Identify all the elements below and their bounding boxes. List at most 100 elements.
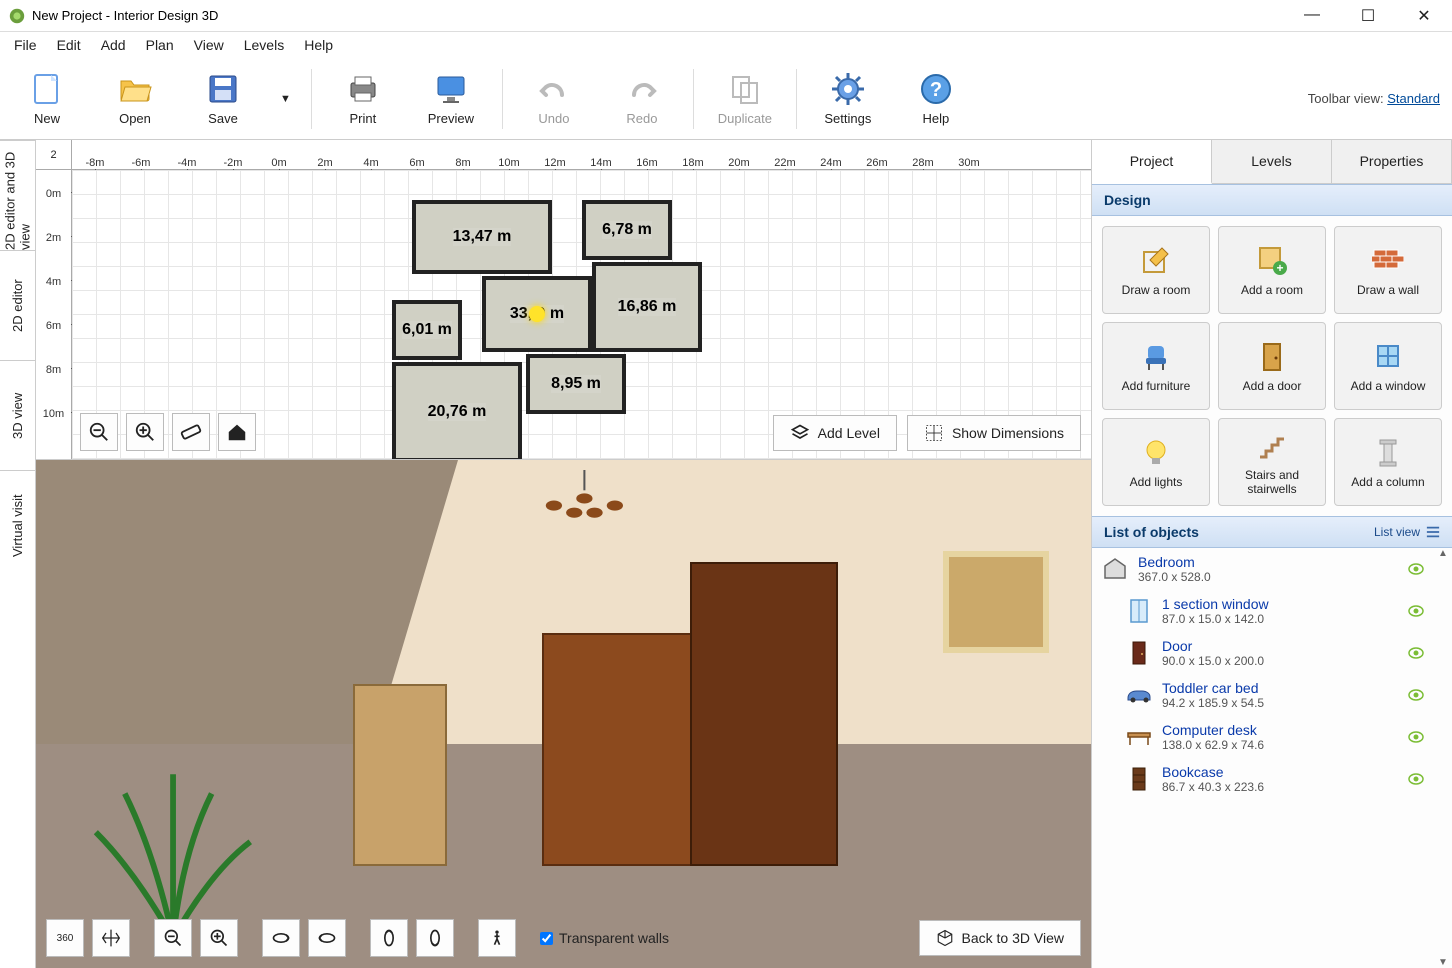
zoom-out-button[interactable] <box>80 413 118 451</box>
ruler-horizontal: -8m-6m-4m-2m0m2m4m6m8m10m12m14m16m18m20m… <box>72 140 1091 170</box>
zoom-in-button[interactable] <box>126 413 164 451</box>
save-dropdown[interactable]: ▼ <box>276 71 295 126</box>
draw-wall-button[interactable]: Draw a wall <box>1334 226 1442 314</box>
visibility-toggle-icon[interactable] <box>1408 605 1424 617</box>
object-row[interactable]: Bookcase 86.7 x 40.3 x 223.6 <box>1092 758 1434 800</box>
orbit-right-button[interactable] <box>416 919 454 957</box>
menubar: File Edit Add Plan View Levels Help <box>0 32 1452 58</box>
tab-2d-editor[interactable]: 2D editor <box>0 250 35 360</box>
transparent-walls-checkbox[interactable]: Transparent walls <box>540 930 669 946</box>
object-row[interactable]: Door 90.0 x 15.0 x 200.0 <box>1092 632 1434 674</box>
add-door-button[interactable]: Add a door <box>1218 322 1326 410</box>
visibility-toggle-icon[interactable] <box>1408 563 1424 575</box>
visibility-toggle-icon[interactable] <box>1408 689 1424 701</box>
ruler-tick: 2m <box>302 157 348 169</box>
settings-button[interactable]: Settings <box>813 71 883 126</box>
redo-button[interactable]: Redo <box>607 71 677 126</box>
ruler-tick: 4m <box>36 258 71 302</box>
room-icon <box>1102 556 1128 582</box>
tilt-back-button[interactable] <box>308 919 346 957</box>
orbit-left-button[interactable] <box>370 919 408 957</box>
ruler-tick: 8m <box>36 346 71 390</box>
preview-button[interactable]: Preview <box>416 71 486 126</box>
ruler-tick: 6m <box>394 157 440 169</box>
view-3d[interactable]: 360 Transparent walls <box>36 460 1091 968</box>
list-icon <box>1426 525 1440 539</box>
column-icon <box>1371 435 1405 469</box>
object-dimensions: 90.0 x 15.0 x 200.0 <box>1162 654 1398 668</box>
object-dimensions: 87.0 x 15.0 x 142.0 <box>1162 612 1398 626</box>
room-area[interactable]: 16,86 m <box>592 262 702 352</box>
object-row[interactable]: 1 section window 87.0 x 15.0 x 142.0 <box>1092 590 1434 632</box>
add-level-button[interactable]: Add Level <box>773 415 897 451</box>
bookcase-icon <box>1126 766 1152 792</box>
zoom-in-3d-button[interactable] <box>200 919 238 957</box>
add-furniture-button[interactable]: Add furniture <box>1102 322 1210 410</box>
object-row[interactable]: Toddler car bed 94.2 x 185.9 x 54.5 <box>1092 674 1434 716</box>
help-button[interactable]: ? Help <box>901 71 971 126</box>
add-room-button[interactable]: + Add a room <box>1218 226 1326 314</box>
close-button[interactable]: ✕ <box>1410 6 1438 26</box>
objects-section-header: List of objects List view <box>1092 516 1452 548</box>
print-button[interactable]: Print <box>328 71 398 126</box>
room-area[interactable]: 20,76 m <box>392 362 522 459</box>
tab-levels[interactable]: Levels <box>1212 140 1332 183</box>
list-view-toggle[interactable]: List view <box>1374 525 1440 539</box>
show-dimensions-button[interactable]: Show Dimensions <box>907 415 1081 451</box>
scrollbar[interactable]: ▲ ▼ <box>1434 548 1452 968</box>
floorplan[interactable]: 13,47 m 6,78 m 33,.9 m 16,86 m 6,01 m 20… <box>392 200 712 459</box>
open-button[interactable]: Open <box>100 71 170 126</box>
measure-button[interactable] <box>172 413 210 451</box>
room-area[interactable]: 13,47 m <box>412 200 552 274</box>
home-button[interactable] <box>218 413 256 451</box>
window-title: New Project - Interior Design 3D <box>32 8 218 23</box>
object-row[interactable]: Computer desk 138.0 x 62.9 x 74.6 <box>1092 716 1434 758</box>
room-area[interactable]: 6,78 m <box>582 200 672 260</box>
rotate-360-button[interactable]: 360 <box>46 919 84 957</box>
menu-add[interactable]: Add <box>93 33 134 57</box>
undo-button[interactable]: Undo <box>519 71 589 126</box>
add-window-button[interactable]: Add a window <box>1334 322 1442 410</box>
scroll-up-arrow[interactable]: ▲ <box>1434 548 1452 559</box>
tab-project[interactable]: Project <box>1092 140 1212 184</box>
add-column-button[interactable]: Add a column <box>1334 418 1442 506</box>
scroll-down-arrow[interactable]: ▼ <box>1434 957 1452 968</box>
tab-properties[interactable]: Properties <box>1332 140 1452 183</box>
toolbar-view-selector[interactable]: Toolbar view: Standard <box>1308 91 1440 106</box>
object-row[interactable]: Bedroom 367.0 x 528.0 <box>1092 548 1434 590</box>
room-area[interactable]: 6,01 m <box>392 300 462 360</box>
back-to-3d-button[interactable]: Back to 3D View <box>919 920 1081 956</box>
menu-help[interactable]: Help <box>296 33 341 57</box>
add-lights-button[interactable]: Add lights <box>1102 418 1210 506</box>
menu-plan[interactable]: Plan <box>138 33 182 57</box>
new-file-icon <box>29 71 65 107</box>
minimize-button[interactable]: — <box>1298 6 1326 26</box>
new-button[interactable]: New <box>12 71 82 126</box>
desk-icon <box>1126 724 1152 750</box>
right-panel: Project Levels Properties Design Draw a … <box>1092 140 1452 968</box>
stairs-button[interactable]: Stairs and stairwells <box>1218 418 1326 506</box>
visibility-toggle-icon[interactable] <box>1408 773 1424 785</box>
tab-2d-3d-combo[interactable]: 2D editor and 3D view <box>0 140 35 250</box>
duplicate-button[interactable]: Duplicate <box>710 71 780 126</box>
visibility-toggle-icon[interactable] <box>1408 647 1424 659</box>
zoom-out-3d-button[interactable] <box>154 919 192 957</box>
menu-view[interactable]: View <box>186 33 232 57</box>
maximize-button[interactable]: ☐ <box>1354 6 1382 26</box>
tab-3d-view[interactable]: 3D view <box>0 360 35 470</box>
menu-levels[interactable]: Levels <box>236 33 292 57</box>
room-area[interactable]: 33,.9 m <box>482 276 592 352</box>
object-name: Bedroom <box>1138 554 1398 570</box>
draw-room-button[interactable]: Draw a room <box>1102 226 1210 314</box>
tilt-forward-button[interactable] <box>262 919 300 957</box>
menu-edit[interactable]: Edit <box>49 33 89 57</box>
walk-button[interactable] <box>478 919 516 957</box>
menu-file[interactable]: File <box>6 33 45 57</box>
tab-virtual-visit[interactable]: Virtual visit <box>0 470 35 580</box>
room-area[interactable]: 8,95 m <box>526 354 626 414</box>
save-button[interactable]: Save <box>188 71 258 126</box>
pan-button[interactable] <box>92 919 130 957</box>
ruler-vertical: 0m2m4m6m8m10m <box>36 170 72 459</box>
object-dimensions: 94.2 x 185.9 x 54.5 <box>1162 696 1398 710</box>
visibility-toggle-icon[interactable] <box>1408 731 1424 743</box>
